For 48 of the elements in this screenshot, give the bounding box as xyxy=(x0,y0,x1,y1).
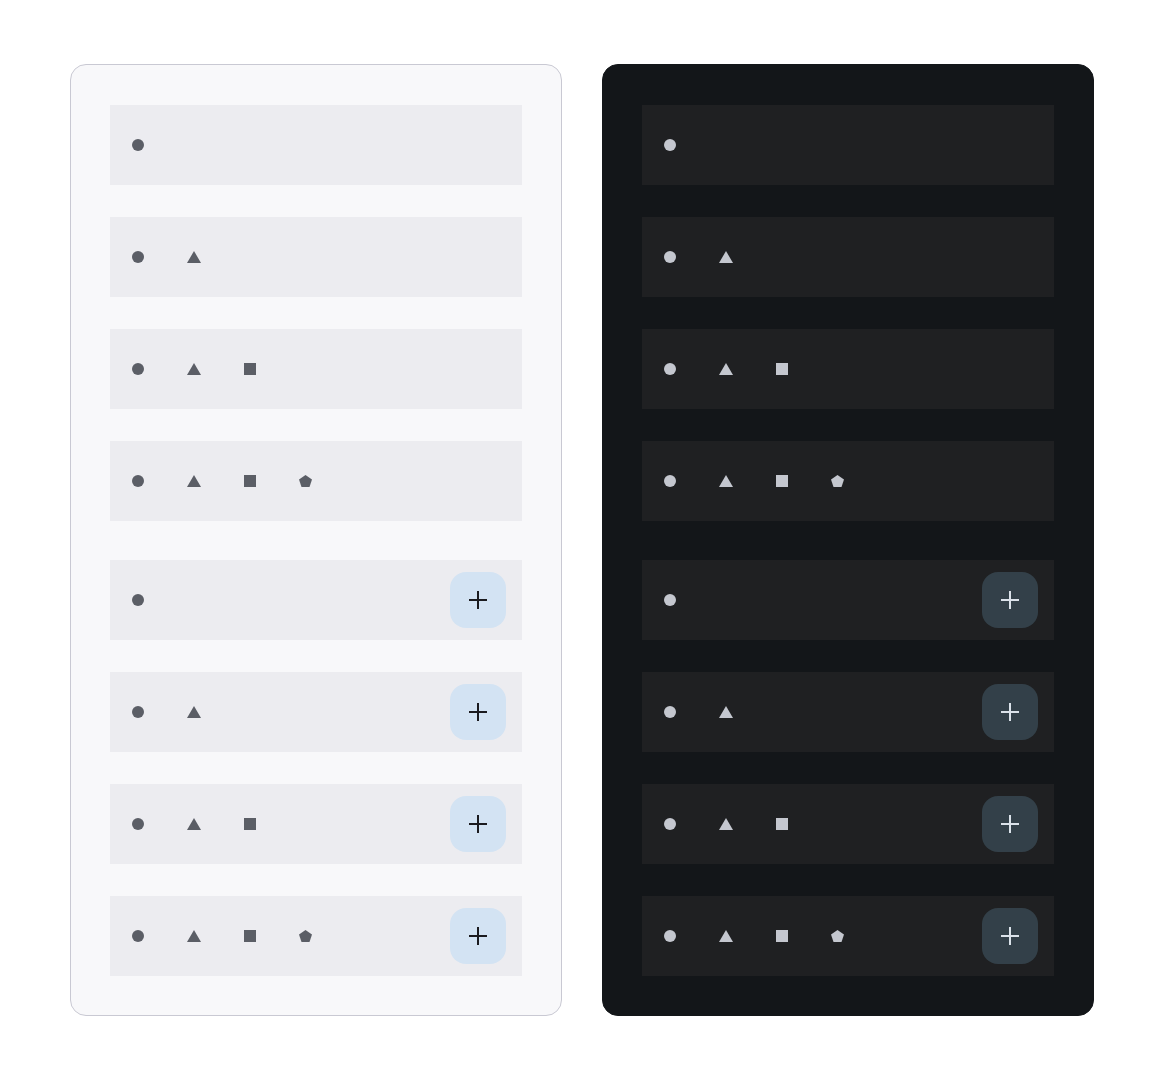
circle-icon[interactable] xyxy=(664,251,676,263)
plus-icon xyxy=(1000,926,1020,946)
add-button[interactable] xyxy=(450,684,506,740)
add-button[interactable] xyxy=(450,572,506,628)
circle-icon[interactable] xyxy=(132,475,144,487)
triangle-icon[interactable] xyxy=(187,363,201,375)
add-button[interactable] xyxy=(982,908,1038,964)
triangle-icon[interactable] xyxy=(719,706,733,718)
pentagon-icon[interactable] xyxy=(299,475,312,487)
triangle-icon[interactable] xyxy=(719,818,733,830)
circle-icon[interactable] xyxy=(132,139,144,151)
add-button[interactable] xyxy=(450,908,506,964)
triangle-icon[interactable] xyxy=(719,363,733,375)
triangle-icon[interactable] xyxy=(187,930,201,942)
add-button[interactable] xyxy=(982,684,1038,740)
triangle-icon[interactable] xyxy=(187,251,201,263)
circle-icon[interactable] xyxy=(132,594,144,606)
triangle-icon[interactable] xyxy=(719,930,733,942)
circle-icon[interactable] xyxy=(664,475,676,487)
plus-icon xyxy=(1000,702,1020,722)
circle-icon[interactable] xyxy=(132,363,144,375)
circle-icon[interactable] xyxy=(132,251,144,263)
pentagon-icon[interactable] xyxy=(299,930,312,942)
circle-icon[interactable] xyxy=(664,930,676,942)
pentagon-icon[interactable] xyxy=(831,930,844,942)
plus-icon xyxy=(1000,814,1020,834)
add-button[interactable] xyxy=(982,572,1038,628)
circle-icon[interactable] xyxy=(132,706,144,718)
circle-icon[interactable] xyxy=(664,363,676,375)
plus-icon xyxy=(1000,590,1020,610)
triangle-icon[interactable] xyxy=(719,475,733,487)
plus-icon xyxy=(468,702,488,722)
add-button[interactable] xyxy=(982,796,1038,852)
add-button[interactable] xyxy=(450,796,506,852)
circle-icon[interactable] xyxy=(664,818,676,830)
circle-icon[interactable] xyxy=(664,706,676,718)
triangle-icon[interactable] xyxy=(719,251,733,263)
plus-icon xyxy=(468,590,488,610)
circle-icon[interactable] xyxy=(664,594,676,606)
plus-icon xyxy=(468,814,488,834)
circle-icon[interactable] xyxy=(664,139,676,151)
circle-icon[interactable] xyxy=(132,930,144,942)
triangle-icon[interactable] xyxy=(187,818,201,830)
triangle-icon[interactable] xyxy=(187,706,201,718)
plus-icon xyxy=(468,926,488,946)
circle-icon[interactable] xyxy=(132,818,144,830)
triangle-icon[interactable] xyxy=(187,475,201,487)
pentagon-icon[interactable] xyxy=(831,475,844,487)
